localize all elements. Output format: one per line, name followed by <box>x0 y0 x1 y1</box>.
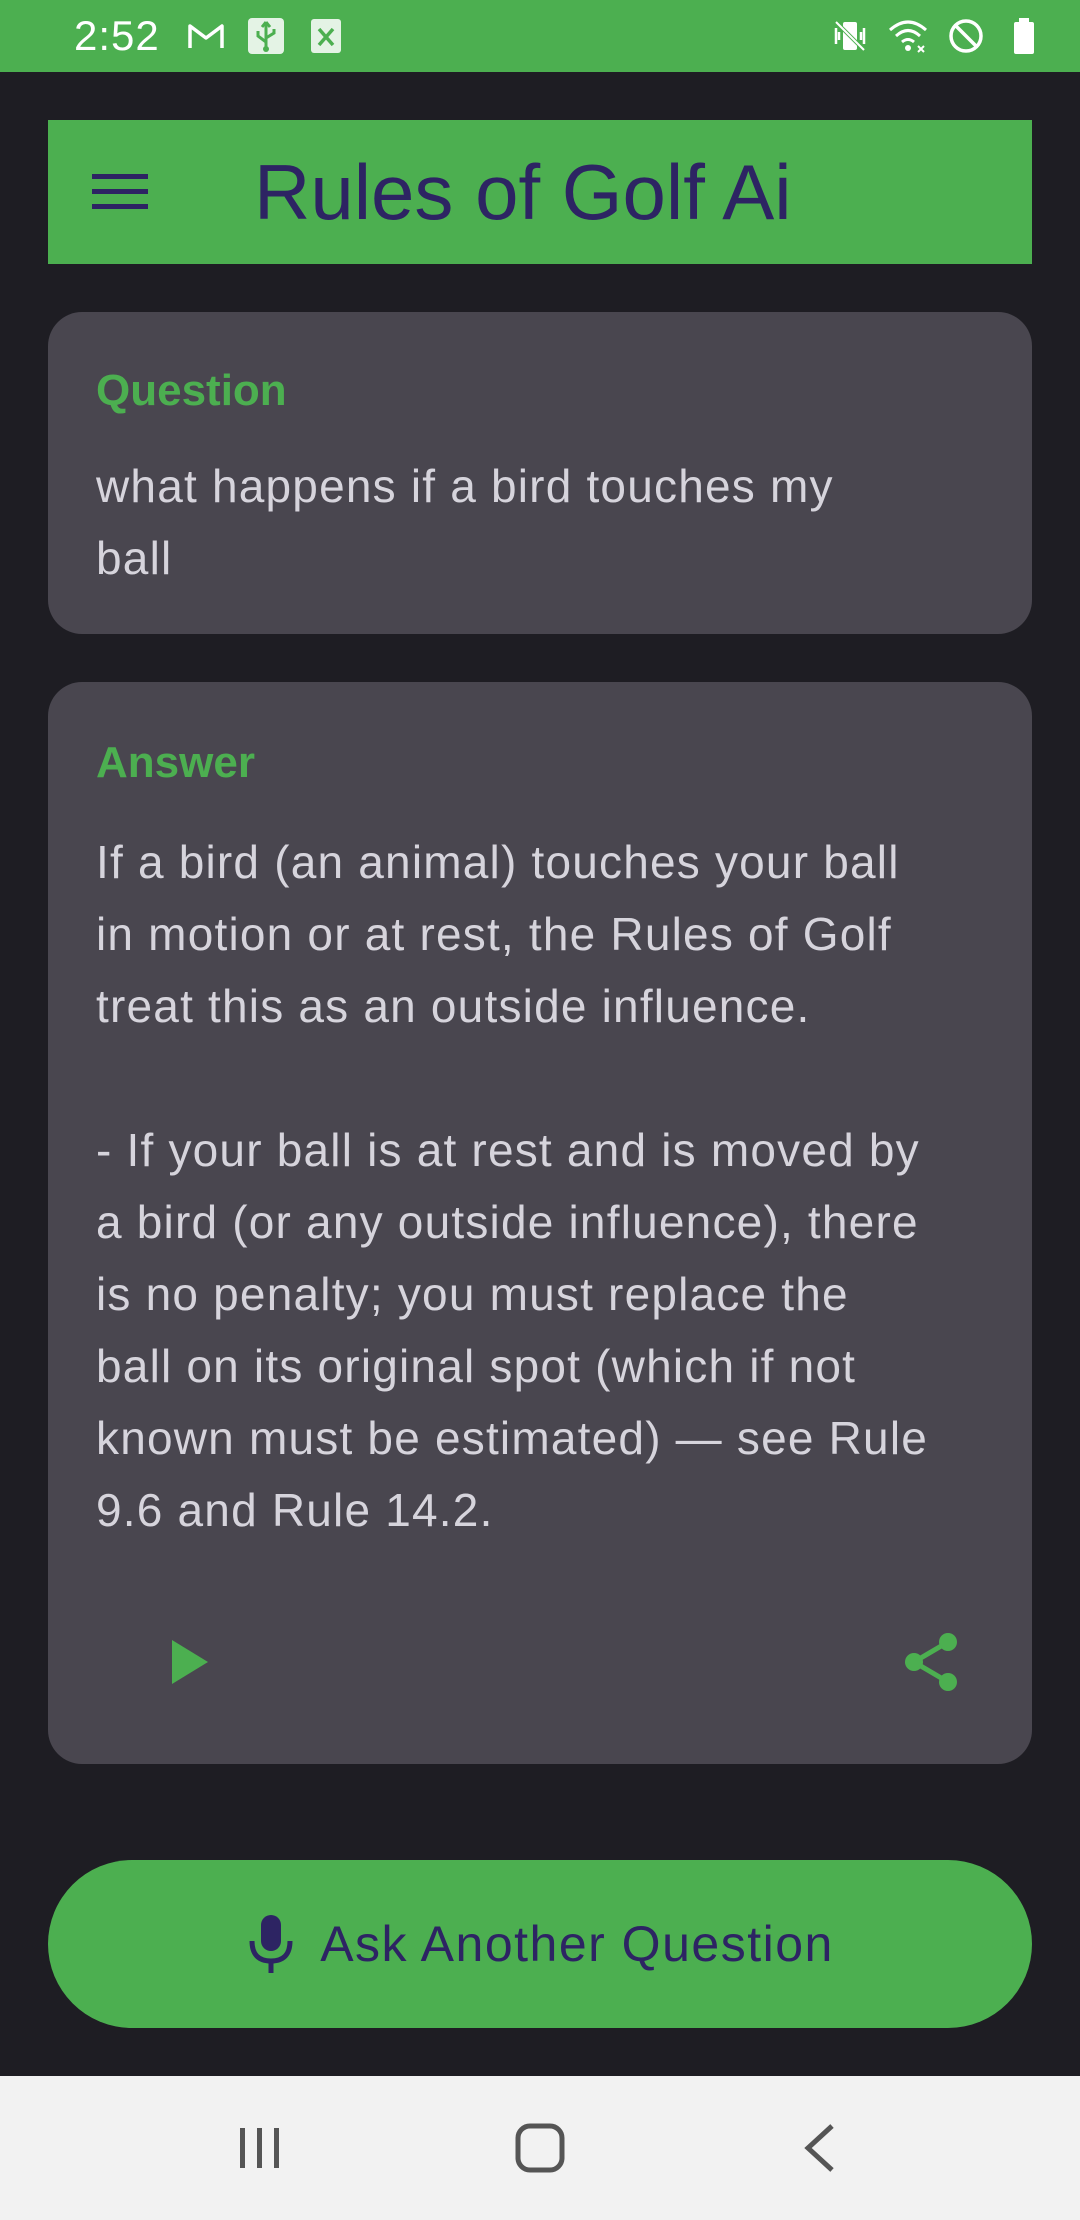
status-left-icons <box>186 16 346 56</box>
home-button[interactable] <box>480 2088 600 2208</box>
question-label: Question <box>96 366 287 415</box>
question-text: what happens if a bird touches my ball <box>96 460 834 584</box>
share-icon <box>905 1633 957 1691</box>
play-icon <box>172 1640 208 1684</box>
recent-apps-button[interactable] <box>200 2088 320 2208</box>
back-button[interactable] <box>760 2088 880 2208</box>
gmail-icon <box>188 24 224 48</box>
question-card: Question what happens if a bird touches … <box>48 312 1032 634</box>
hamburger-menu-icon <box>92 174 148 209</box>
recent-apps-icon <box>240 2128 279 2168</box>
menu-button[interactable] <box>48 120 192 264</box>
home-icon <box>515 2123 565 2173</box>
excel-icon <box>310 19 341 53</box>
ask-another-question-button[interactable]: Ask Another Question <box>48 1860 1032 2028</box>
vibrate-mute-icon <box>834 20 866 52</box>
answer-text: If a bird (an animal) touches your ball … <box>96 836 929 1536</box>
app-title: Rules of Golf Ai <box>254 147 792 236</box>
navigation-bar <box>0 2076 1080 2220</box>
play-button[interactable] <box>136 1608 244 1716</box>
do-not-disturb-icon <box>949 19 983 53</box>
status-time: 2:52 <box>74 12 160 59</box>
wifi-icon <box>889 20 927 53</box>
status-right-icons <box>830 16 1044 56</box>
usb-icon <box>247 18 284 54</box>
status-bar: 2:52 <box>0 0 1080 72</box>
battery-icon <box>1014 18 1034 54</box>
microphone-icon <box>249 1915 293 1973</box>
share-button[interactable] <box>878 1608 986 1716</box>
answer-label: Answer <box>96 738 255 787</box>
app-bar: Rules of Golf Ai <box>48 120 1032 264</box>
answer-card: Answer If a bird (an animal) touches you… <box>48 682 1032 1764</box>
ask-button-label: Ask Another Question <box>320 1916 834 1972</box>
back-icon <box>804 2124 834 2172</box>
